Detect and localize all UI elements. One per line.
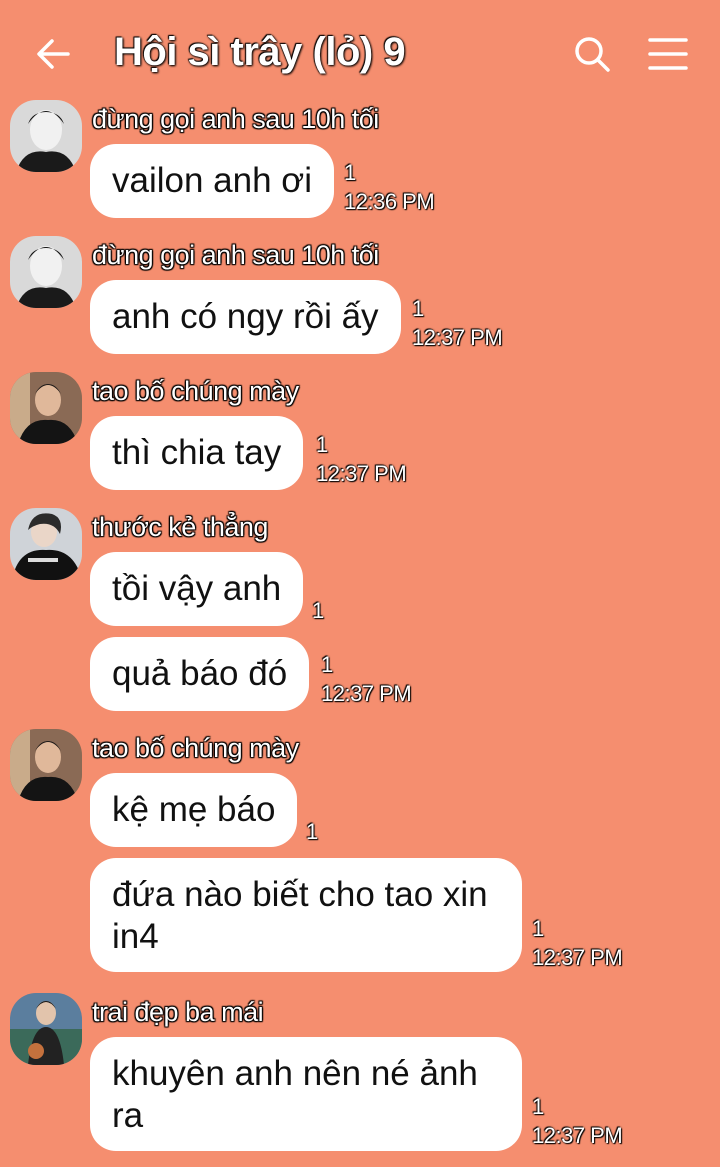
- sender-name: thước kẻ thẳng: [92, 512, 268, 542]
- sender-name: đừng gọi anh sau 10h tối: [92, 104, 379, 134]
- avatar[interactable]: [10, 729, 82, 801]
- sender-name: tao bố chúng mày: [92, 376, 299, 406]
- back-button[interactable]: [30, 30, 78, 78]
- message-time: 12:37 PM: [321, 681, 412, 706]
- avatar[interactable]: [10, 236, 82, 308]
- read-count: 1: [532, 1094, 545, 1119]
- search-button[interactable]: [570, 32, 614, 76]
- chat-header: Hội sì trây (lỏ) 9: [0, 0, 720, 105]
- avatar[interactable]: [10, 993, 82, 1065]
- avatar[interactable]: [10, 508, 82, 580]
- message-time: 12:37 PM: [412, 325, 503, 350]
- sender-name: trai đẹp ba mái: [92, 997, 264, 1027]
- read-count: 1: [344, 160, 357, 185]
- search-icon: [575, 37, 610, 72]
- message-time: 12:37 PM: [532, 945, 623, 970]
- message-time: 12:37 PM: [532, 1123, 623, 1148]
- chat-title[interactable]: Hội sì trây (lỏ) 9: [114, 30, 406, 75]
- message-time: 12:37 PM: [316, 461, 407, 486]
- arrow-left-icon: [37, 39, 70, 69]
- read-count: 1: [532, 916, 545, 941]
- read-count: 1: [412, 296, 425, 321]
- read-count: 1: [312, 598, 325, 623]
- message-bubble[interactable]: đứa nào biết cho tao xin in4: [90, 858, 522, 972]
- avatar[interactable]: [10, 100, 82, 172]
- avatar[interactable]: [10, 372, 82, 444]
- menu-button[interactable]: [646, 34, 690, 78]
- sender-name: đừng gọi anh sau 10h tối: [92, 240, 379, 270]
- message-bubble[interactable]: thì chia tay: [90, 416, 304, 490]
- read-count: 1: [306, 819, 319, 844]
- message-bubble[interactable]: khuyên anh nên né ảnh ra: [90, 1037, 522, 1151]
- sender-name: tao bố chúng mày: [92, 733, 299, 763]
- message-bubble[interactable]: anh có ngy rồi ấy: [90, 280, 401, 354]
- message-bubble[interactable]: kệ mẹ báo: [90, 773, 298, 847]
- message-bubble[interactable]: quả báo đó: [90, 637, 310, 711]
- message-bubble[interactable]: vailon anh ơi: [90, 144, 335, 218]
- read-count: 1: [321, 652, 334, 677]
- hamburger-menu-icon: [648, 38, 688, 70]
- message-time: 12:36 PM: [344, 189, 435, 214]
- message-bubble[interactable]: tồi vậy anh: [90, 552, 304, 626]
- read-count: 1: [316, 432, 329, 457]
